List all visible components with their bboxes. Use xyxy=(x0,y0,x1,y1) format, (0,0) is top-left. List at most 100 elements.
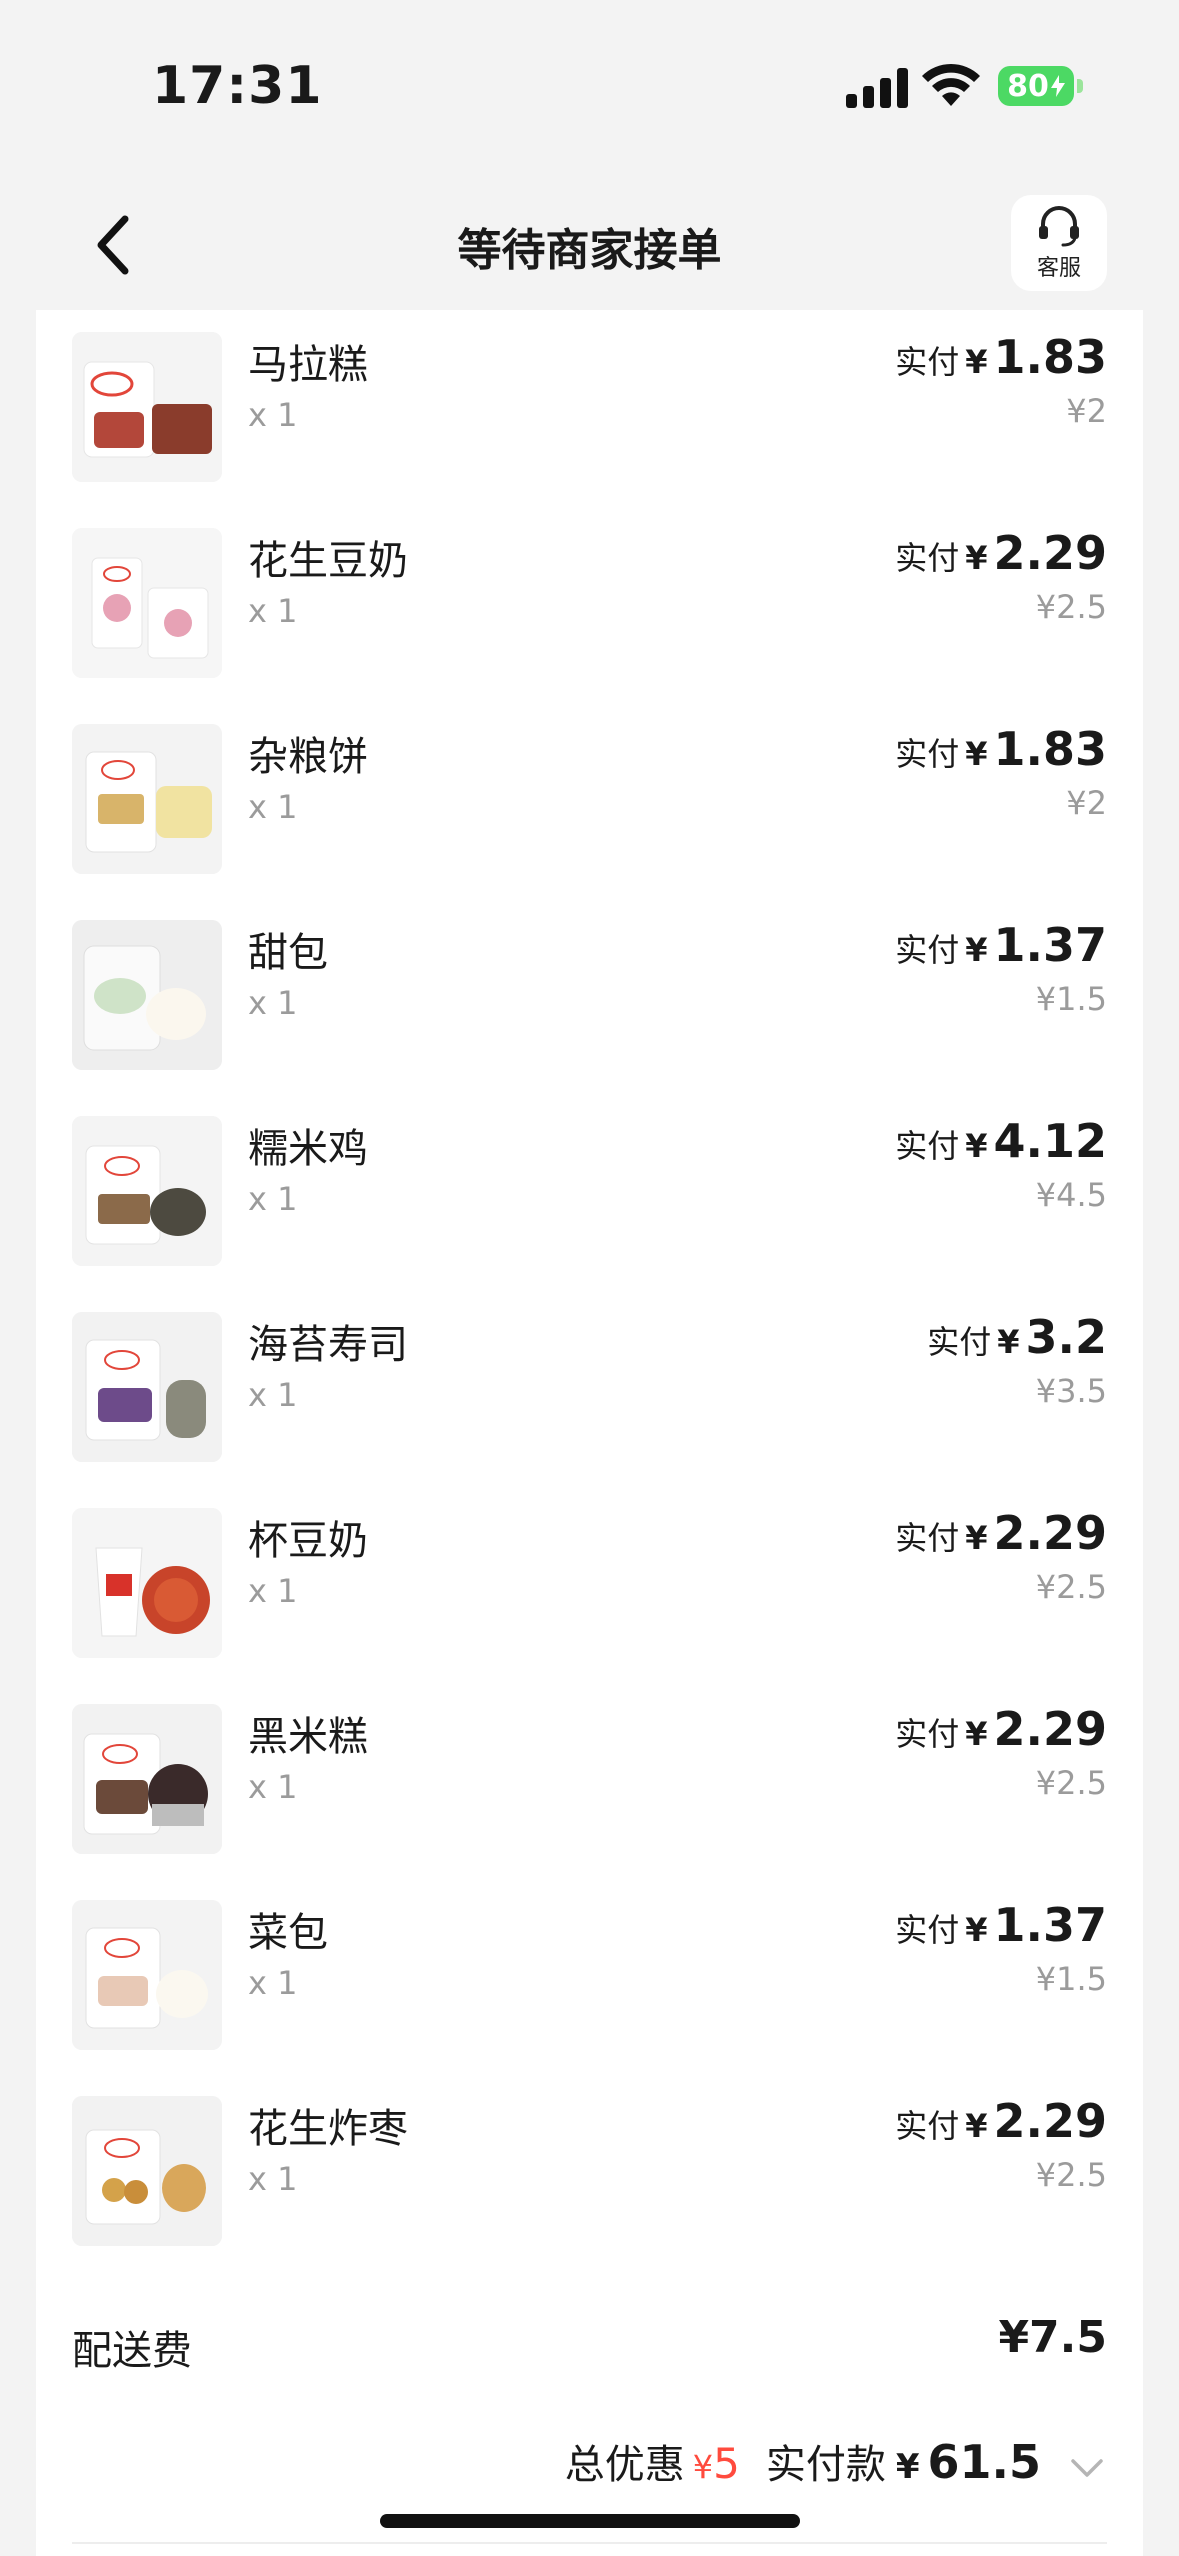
item-name: 甜包 xyxy=(248,930,328,976)
paid-amount: 4.12 xyxy=(993,1114,1108,1168)
nav-bar: 等待商家接单 客服 xyxy=(0,170,1179,310)
delivery-fee-amount: ¥7.5 xyxy=(998,2312,1107,2363)
order-item[interactable]: 海苔寿司 x 1 实付 ¥ 3.2 ¥3.5 xyxy=(72,1310,1107,1462)
currency-symbol: ¥ xyxy=(965,2107,988,2145)
wifi-icon xyxy=(922,63,980,106)
order-item[interactable]: 甜包 x 1 实付 ¥ 1.37 ¥1.5 xyxy=(72,918,1107,1070)
currency-symbol: ¥ xyxy=(965,1715,988,1753)
order-item[interactable]: 杂粮饼 x 1 实付 ¥ 1.83 ¥2 xyxy=(72,722,1107,874)
status-time: 17:31 xyxy=(152,56,323,116)
order-item[interactable]: 菜包 x 1 实付 ¥ 1.37 ¥1.5 xyxy=(72,1898,1108,2050)
item-quantity: x 1 xyxy=(248,2160,298,2198)
paid-label: 实付 xyxy=(895,539,960,577)
discount-currency: ¥ xyxy=(692,2448,714,2486)
charging-bolt-icon xyxy=(1050,75,1065,97)
item-name: 海苔寿司 xyxy=(248,1322,408,1368)
total-paid-label: 实付款 xyxy=(765,2442,886,2488)
paid-amount: 3.2 xyxy=(1025,1310,1108,1364)
product-image xyxy=(72,920,222,1070)
item-name: 马拉糕 xyxy=(248,342,368,388)
paid-amount: 2.29 xyxy=(993,2094,1108,2148)
item-original-price: ¥2.5 xyxy=(1035,1764,1107,1802)
paid-amount: 1.37 xyxy=(993,1898,1108,1952)
order-item[interactable]: 黑米糕 x 1 实付 ¥ 2.29 ¥2.5 xyxy=(72,1702,1107,1854)
product-image xyxy=(72,724,222,874)
item-original-price: ¥1.5 xyxy=(1035,1960,1107,1998)
product-image xyxy=(72,1508,222,1658)
customer-service-button[interactable]: 客服 xyxy=(1011,195,1107,291)
item-quantity: x 1 xyxy=(248,1180,298,1218)
product-image xyxy=(72,528,222,678)
order-item[interactable]: 马拉糕 x 1 实付 ¥ 1.83 ¥2 xyxy=(72,330,1107,482)
item-paid-price: 实付 ¥ 1.83 xyxy=(895,330,1107,384)
item-paid-price: 实付 ¥ 2.29 xyxy=(895,2094,1107,2148)
status-bar: 17:31 80 xyxy=(0,0,1179,170)
currency-symbol: ¥ xyxy=(965,735,988,773)
total-paid-amount: 61.5 xyxy=(927,2435,1042,2489)
page-title: 等待商家接单 xyxy=(457,225,722,276)
item-original-price: ¥2.5 xyxy=(1035,2156,1107,2194)
paid-label: 实付 xyxy=(927,1323,992,1361)
paid-label: 实付 xyxy=(895,343,960,381)
product-image xyxy=(72,332,222,482)
paid-label: 实付 xyxy=(895,1715,960,1753)
product-image xyxy=(72,1900,222,2050)
currency-symbol: ¥ xyxy=(965,931,988,969)
item-quantity: x 1 xyxy=(248,396,298,434)
item-name: 菜包 xyxy=(248,1910,328,1956)
order-item[interactable]: 花生炸枣 x 1 实付 ¥ 2.29 ¥2.5 xyxy=(72,2094,1107,2246)
item-name: 花生豆奶 xyxy=(248,538,408,584)
currency-symbol: ¥ xyxy=(965,1127,988,1165)
headset-icon xyxy=(1039,206,1079,247)
item-name: 花生炸枣 xyxy=(248,2106,408,2152)
item-quantity: x 1 xyxy=(248,1964,298,2002)
item-original-price: ¥1.5 xyxy=(1035,980,1107,1018)
paid-amount: 2.29 xyxy=(993,1506,1108,1560)
order-item[interactable]: 糯米鸡 x 1 实付 ¥ 4.12 ¥4.5 xyxy=(72,1114,1107,1266)
product-image xyxy=(72,1116,222,1266)
order-summary-row[interactable]: 总优惠 ¥ 5 实付款 ¥ 61.5 xyxy=(565,2432,1107,2502)
delivery-fee-label: 配送费 xyxy=(72,2328,192,2374)
currency-symbol: ¥ xyxy=(965,1911,988,1949)
order-item[interactable]: 杯豆奶 x 1 实付 ¥ 2.29 ¥2.5 xyxy=(72,1506,1108,1658)
divider xyxy=(72,2542,1107,2544)
product-image xyxy=(72,1704,222,1854)
item-paid-price: 实付 ¥ 2.29 xyxy=(895,526,1107,580)
battery-level: 80 xyxy=(1007,68,1049,104)
paid-label: 实付 xyxy=(895,1127,960,1165)
delivery-fee-row: 配送费 ¥7.5 xyxy=(72,2312,1107,2374)
currency-symbol: ¥ xyxy=(965,539,988,577)
customer-service-label: 客服 xyxy=(1036,256,1081,281)
product-image xyxy=(72,2096,222,2246)
cellular-signal-icon xyxy=(846,64,910,108)
item-name: 糯米鸡 xyxy=(248,1126,368,1172)
item-quantity: x 1 xyxy=(248,1768,298,1806)
item-paid-price: 实付 ¥ 1.37 xyxy=(895,918,1107,972)
order-item[interactable]: 花生豆奶 x 1 实付 ¥ 2.29 ¥2.5 xyxy=(72,526,1107,678)
chevron-down-icon[interactable] xyxy=(1067,2447,1107,2487)
paid-amount: 1.83 xyxy=(993,722,1108,776)
item-name: 杯豆奶 xyxy=(248,1518,368,1564)
item-quantity: x 1 xyxy=(248,1572,298,1610)
paid-label: 实付 xyxy=(895,931,960,969)
item-original-price: ¥2.5 xyxy=(1035,1568,1107,1606)
paid-label: 实付 xyxy=(895,735,960,773)
item-quantity: x 1 xyxy=(248,1376,298,1414)
home-indicator[interactable] xyxy=(380,2514,800,2528)
discount-label: 总优惠 xyxy=(564,2442,685,2488)
item-original-price: ¥3.5 xyxy=(1035,1372,1107,1410)
currency-symbol: ¥ xyxy=(965,1519,988,1557)
total-currency: ¥ xyxy=(895,2447,920,2487)
paid-amount: 1.83 xyxy=(993,330,1108,384)
item-paid-price: 实付 ¥ 1.83 xyxy=(895,722,1107,776)
item-quantity: x 1 xyxy=(248,788,298,826)
battery-nub xyxy=(1077,79,1083,93)
item-quantity: x 1 xyxy=(248,592,298,630)
currency-symbol: ¥ xyxy=(997,1323,1020,1361)
order-items-card: 马拉糕 x 1 实付 ¥ 1.83 ¥2 花生豆奶 x 1 实付 ¥ 2.29 xyxy=(36,310,1143,2556)
item-original-price: ¥2 xyxy=(1066,392,1107,430)
item-paid-price: 实付 ¥ 4.12 xyxy=(895,1114,1107,1168)
paid-label: 实付 xyxy=(895,1911,960,1949)
item-name: 杂粮饼 xyxy=(248,734,368,780)
item-paid-price: 实付 ¥ 3.2 xyxy=(927,1310,1107,1364)
